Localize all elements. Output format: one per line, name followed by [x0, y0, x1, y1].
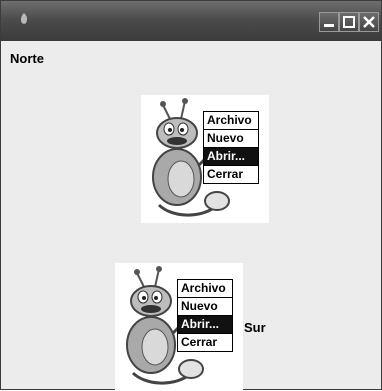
north-label: Norte: [10, 51, 44, 66]
close-button[interactable]: [359, 12, 379, 32]
menu-item-archivo[interactable]: Archivo: [178, 280, 232, 298]
menu-item-nuevo[interactable]: Nuevo: [204, 130, 258, 148]
popup-menu: Archivo Nuevo Abrir... Cerrar: [203, 111, 259, 184]
menu-item-archivo[interactable]: Archivo: [204, 112, 258, 130]
app-window: Norte Archivo Nuevo Abrir... Cerrar Arch…: [0, 0, 382, 391]
app-icon: [20, 13, 28, 24]
menu-item-cerrar[interactable]: Cerrar: [204, 166, 258, 183]
menu-item-nuevo[interactable]: Nuevo: [178, 298, 232, 316]
maximize-icon: [343, 16, 355, 28]
menu-item-abrir[interactable]: Abrir...: [178, 316, 232, 334]
bug-menu-illustration: Archivo Nuevo Abrir... Cerrar: [115, 263, 243, 391]
content-pane: Norte Archivo Nuevo Abrir... Cerrar Arch…: [7, 41, 377, 391]
title-bar[interactable]: [1, 1, 381, 41]
minimize-button[interactable]: [319, 12, 339, 32]
close-icon: [363, 16, 375, 28]
maximize-button[interactable]: [339, 12, 359, 32]
bug-menu-illustration: Archivo Nuevo Abrir... Cerrar: [141, 95, 269, 223]
minimize-icon: [324, 24, 334, 27]
popup-menu: Archivo Nuevo Abrir... Cerrar: [177, 279, 233, 352]
menu-item-abrir[interactable]: Abrir...: [204, 148, 258, 166]
menu-item-cerrar[interactable]: Cerrar: [178, 334, 232, 351]
south-label: Sur: [244, 320, 266, 335]
